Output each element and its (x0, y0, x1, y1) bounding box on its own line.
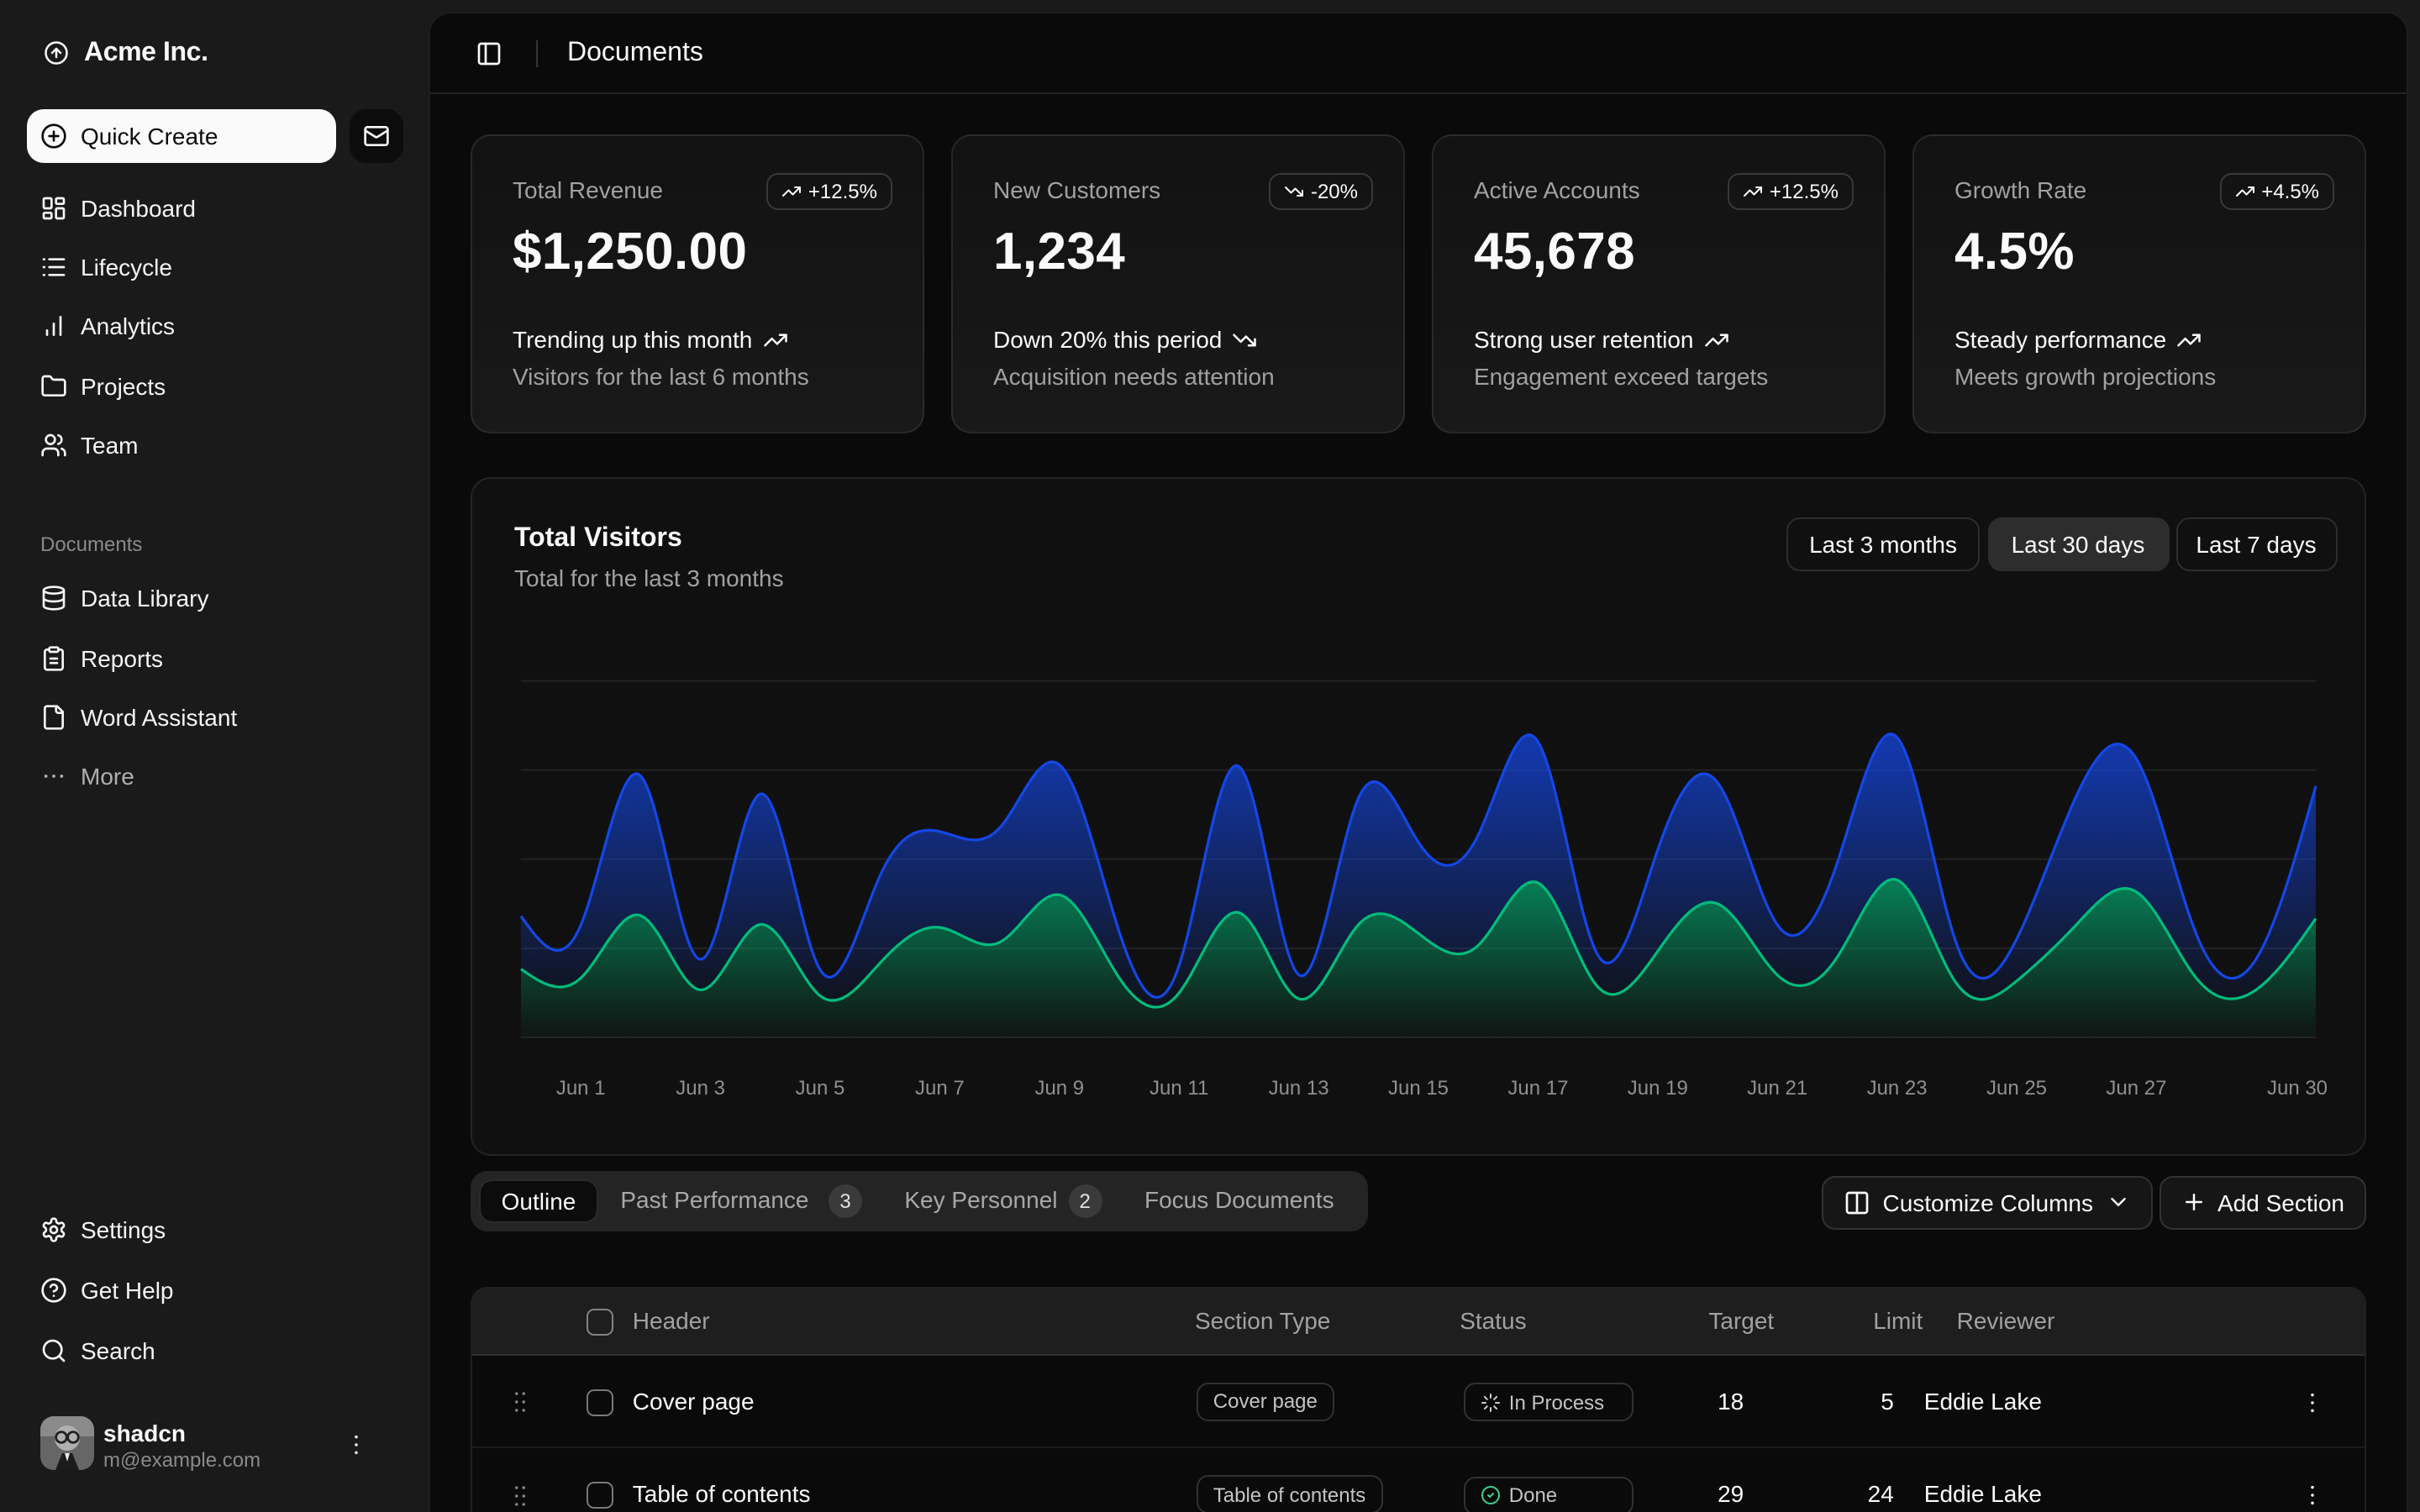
svg-text:Jun 5: Jun 5 (796, 1077, 845, 1100)
svg-text:Jun 9: Jun 9 (1034, 1077, 1084, 1100)
svg-text:Jun 27: Jun 27 (2106, 1077, 2166, 1100)
svg-text:Jun 21: Jun 21 (1747, 1077, 1807, 1100)
svg-text:Jun 13: Jun 13 (1269, 1077, 1329, 1100)
svg-text:Jun 3: Jun 3 (676, 1077, 725, 1100)
svg-text:Jun 17: Jun 17 (1507, 1077, 1568, 1100)
svg-text:Jun 23: Jun 23 (1867, 1077, 1928, 1100)
svg-text:Jun 19: Jun 19 (1628, 1077, 1688, 1100)
svg-text:Jun 15: Jun 15 (1388, 1077, 1449, 1100)
svg-text:Jun 1: Jun 1 (556, 1077, 606, 1100)
svg-text:Jun 11: Jun 11 (1150, 1077, 1208, 1100)
svg-text:Jun 30: Jun 30 (2267, 1077, 2328, 1100)
svg-text:Jun 7: Jun 7 (915, 1077, 965, 1100)
svg-text:Jun 25: Jun 25 (1986, 1077, 2047, 1100)
